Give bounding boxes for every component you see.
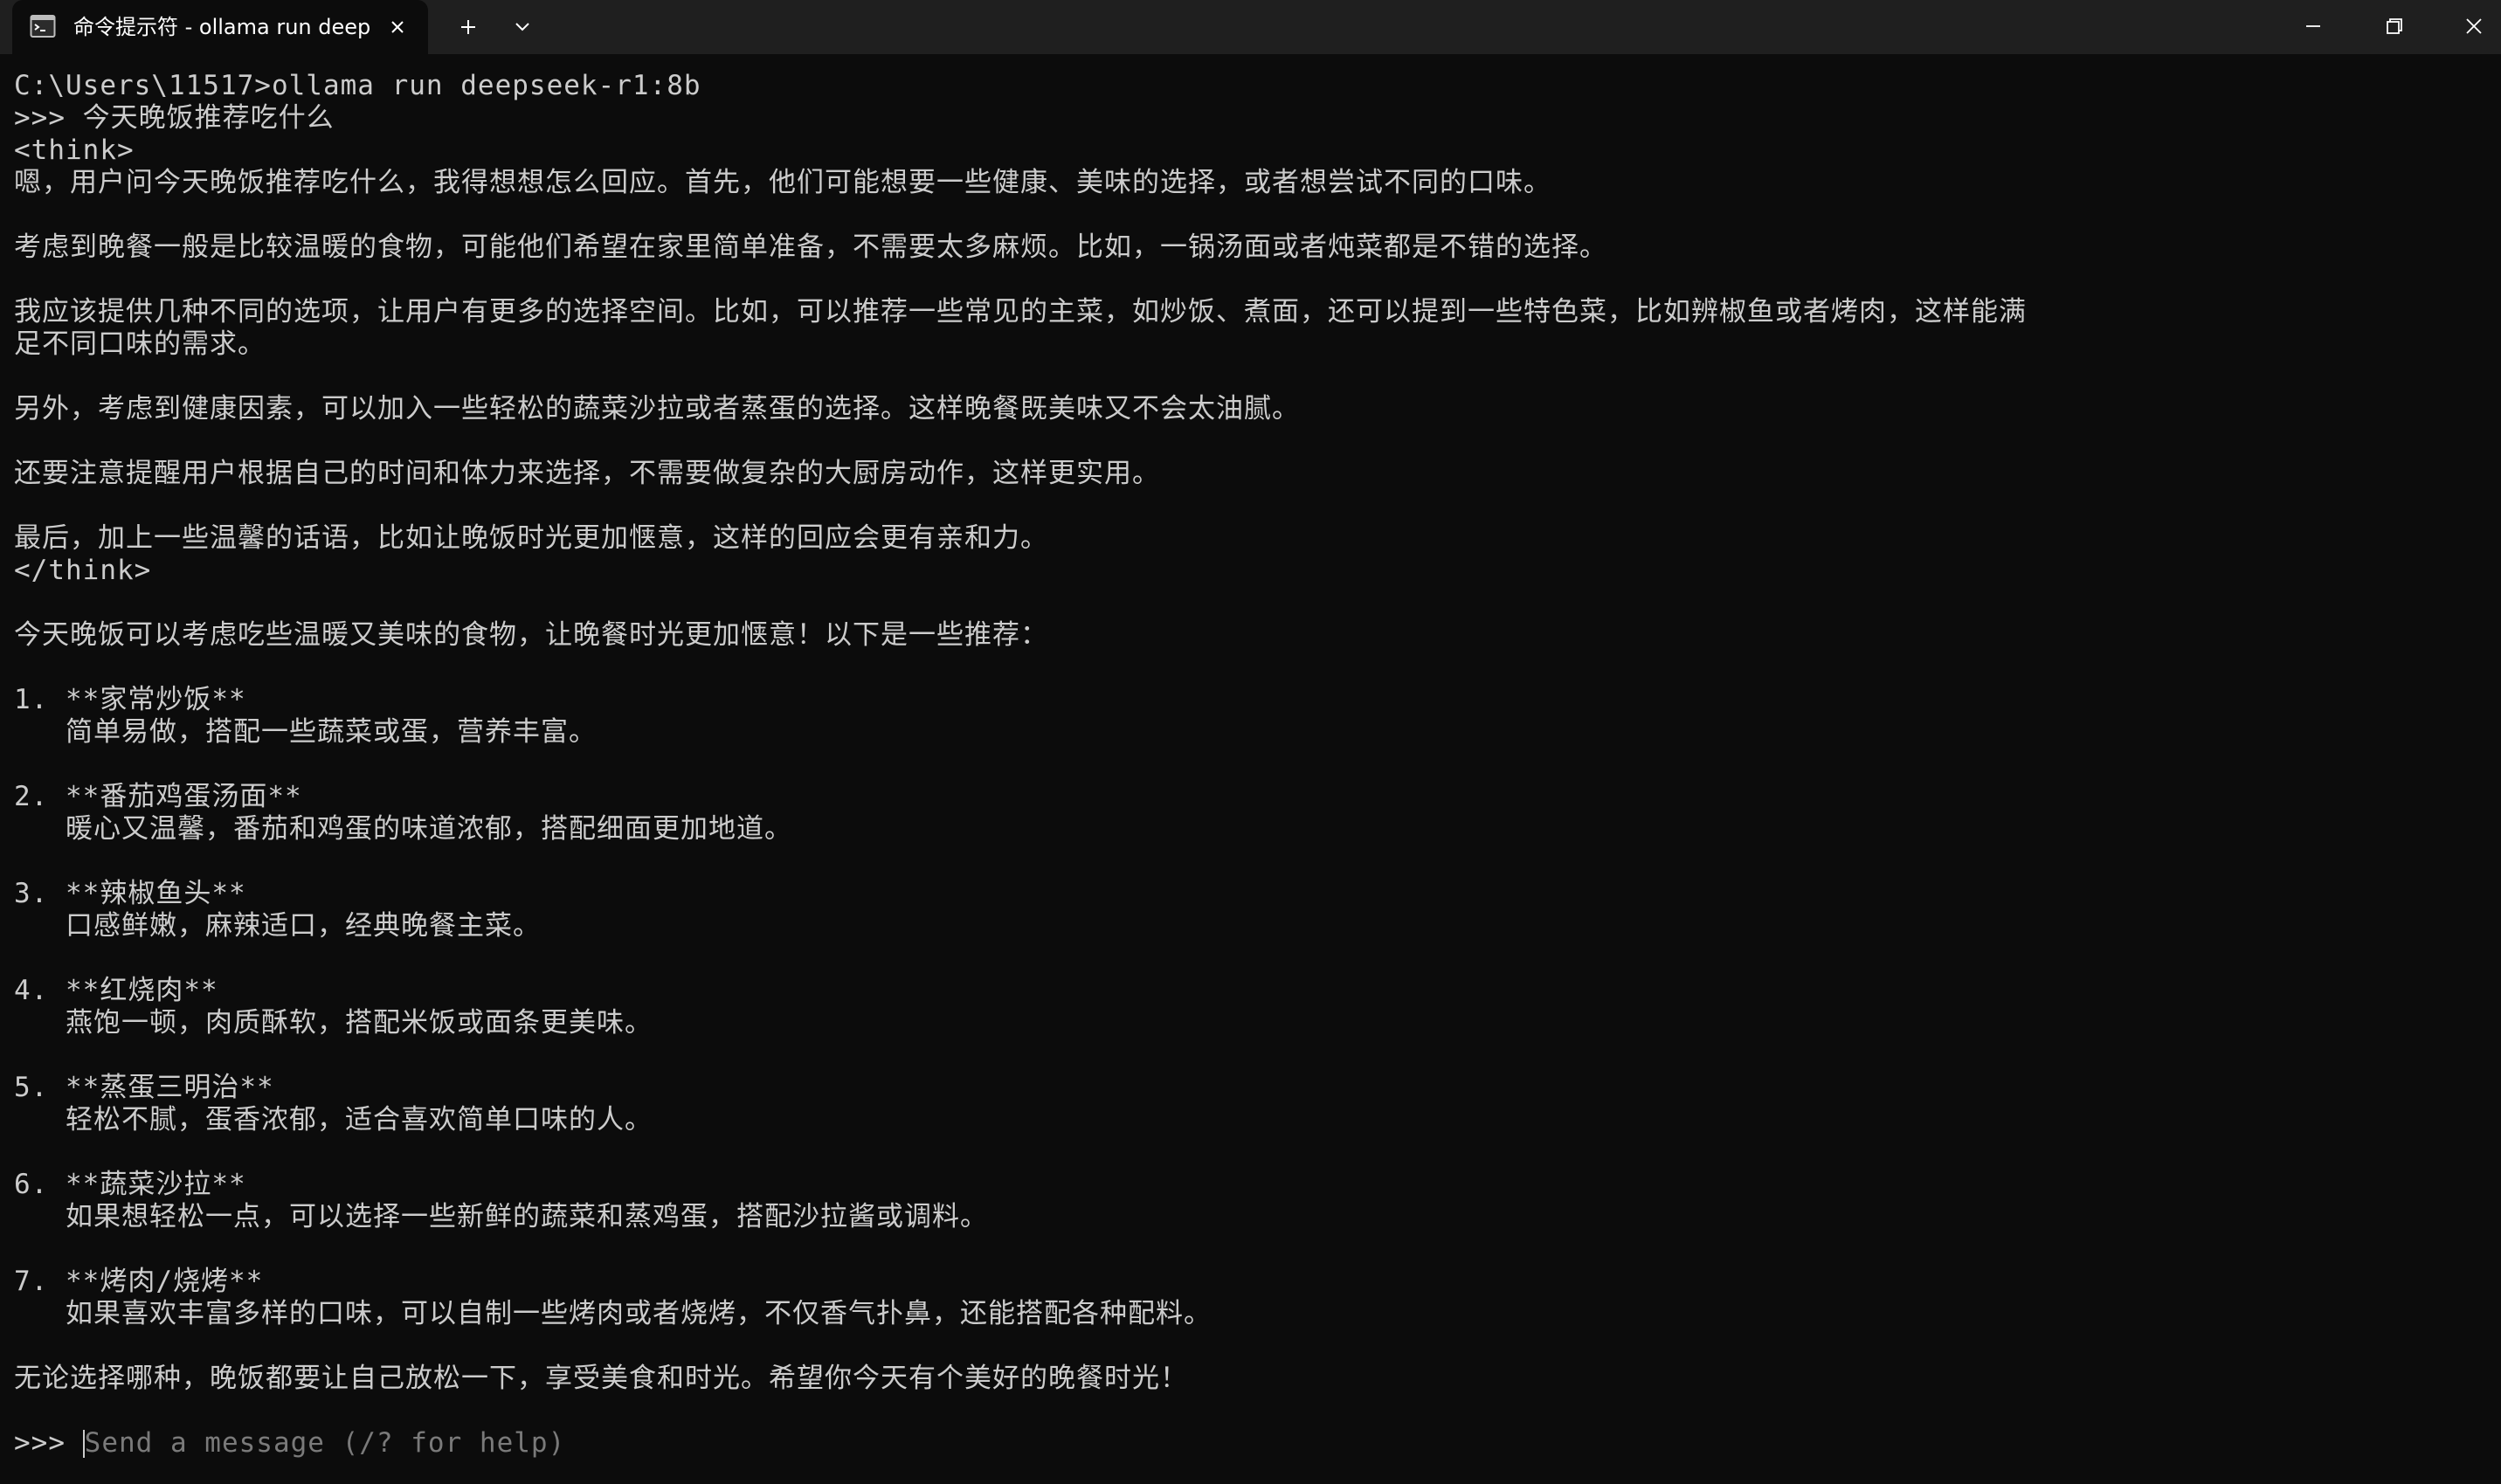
terminal-line: 另外，考虑到健康因素，可以加入一些轻松的蔬菜沙拉或者蒸蛋的选择。这样晚餐既美味又… <box>14 393 1300 424</box>
close-icon[interactable] <box>383 12 412 42</box>
terminal-line: 1. **家常炒饭** <box>14 684 246 715</box>
message-input[interactable]: Send a message (/? for help) <box>85 1427 566 1460</box>
prompt-prefix: >>> <box>14 1427 83 1459</box>
terminal-line: 简单易做，搭配一些蔬菜或蛋，营养丰富。 <box>14 716 597 748</box>
output-lines: C:\Users\11517>ollama run deepseek-r1:8b… <box>14 70 2460 1427</box>
restore-icon[interactable] <box>2369 9 2418 44</box>
terminal-icon <box>30 14 56 38</box>
close-icon[interactable] <box>2449 9 2498 44</box>
terminal-line: 考虑到晚餐一般是比较温暖的食物，可能他们希望在家里简单准备，不需要太多麻烦。比如… <box>14 231 1607 263</box>
terminal-line: >>> 今天晚饭推荐吃什么 <box>14 102 335 134</box>
chevron-down-icon[interactable] <box>505 11 540 43</box>
terminal-line: 5. **蒸蛋三明治** <box>14 1072 274 1103</box>
terminal-line: 燕饱一顿，肉质酥软，搭配米饭或面条更美味。 <box>14 1007 653 1039</box>
terminal-line: 足不同口味的需求。 <box>14 328 266 360</box>
tab-title: 命令提示符 - ollama run deep <box>73 15 371 39</box>
terminal-line: 如果想轻松一点，可以选择一些新鲜的蔬菜和蒸鸡蛋，搭配沙拉酱或调料。 <box>14 1201 988 1232</box>
tab-command-prompt[interactable]: 命令提示符 - ollama run deep <box>12 0 428 54</box>
terminal-line: 嗯，用户问今天晚饭推荐吃什么，我得想想怎么回应。首先，他们可能想要一些健康、美味… <box>14 167 1551 198</box>
terminal-line: 如果喜欢丰富多样的口味，可以自制一些烤肉或者烧烤，不仅香气扑鼻，还能搭配各种配料… <box>14 1298 1212 1329</box>
terminal-line: 最后，加上一些温馨的话语，比如让晚饭时光更加惬意，这样的回应会更有亲和力。 <box>14 522 1048 554</box>
terminal-line: 轻松不腻，蛋香浓郁，适合喜欢简单口味的人。 <box>14 1104 653 1135</box>
terminal-output[interactable]: C:\Users\11517>ollama run deepseek-r1:8b… <box>14 70 2460 1476</box>
terminal-line: 3. **辣椒鱼头** <box>14 878 246 909</box>
terminal-line: </think> <box>14 555 152 586</box>
terminal-line: 2. **番茄鸡蛋汤面** <box>14 781 302 812</box>
input-prompt-line[interactable]: >>> Send a message (/? for help) <box>14 1427 2460 1460</box>
title-bar[interactable]: 命令提示符 - ollama run deep <box>0 0 2501 54</box>
terminal-line: <think> <box>14 135 135 166</box>
terminal-line: 6. **蔬菜沙拉** <box>14 1169 246 1200</box>
terminal-line: 我应该提供几种不同的选项，让用户有更多的选择空间。比如，可以推荐一些常见的主菜，… <box>14 296 2027 328</box>
terminal-line: C:\Users\11517>ollama run deepseek-r1:8b <box>14 70 701 101</box>
terminal-line: 暖心又温馨，番茄和鸡蛋的味道浓郁，搭配细面更加地道。 <box>14 813 792 845</box>
terminal-line: 还要注意提醒用户根据自己的时间和体力来选择，不需要做复杂的大厨房动作，这样更实用… <box>14 458 1160 489</box>
terminal-line: 4. **红烧肉** <box>14 975 218 1006</box>
terminal-line: 7. **烤肉/烧烤** <box>14 1266 264 1297</box>
plus-icon[interactable] <box>451 11 486 43</box>
minimize-icon[interactable] <box>2289 9 2338 44</box>
terminal-line: 今天晚饭可以考虑吃些温暖又美味的食物，让晚餐时光更加惬意！以下是一些推荐： <box>14 619 1048 651</box>
terminal-window: 命令提示符 - ollama run deep C:\Users\11517>o… <box>0 0 2501 1484</box>
terminal-line: 无论选择哪种，晚饭都要让自己放松一下，享受美食和时光。希望你今天有个美好的晚餐时… <box>14 1363 1188 1394</box>
terminal-line: 口感鲜嫩，麻辣适口，经典晚餐主菜。 <box>14 910 541 942</box>
